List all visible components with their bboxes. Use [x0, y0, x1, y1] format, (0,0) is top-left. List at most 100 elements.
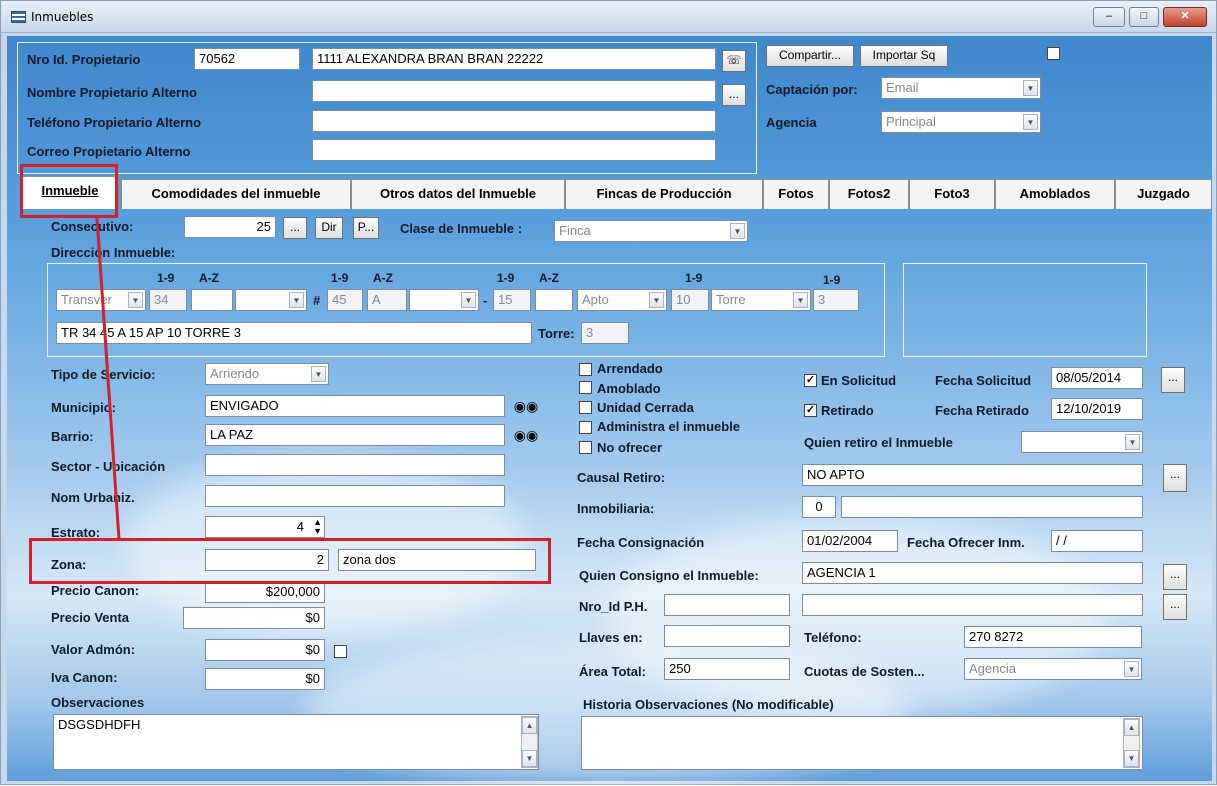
valor-admon-input[interactable]: $0 [205, 639, 325, 661]
arrow-up-icon[interactable]: ▲ [1124, 719, 1139, 736]
dash-symbol: - [483, 293, 488, 308]
arrendado-checkbox[interactable] [579, 363, 592, 376]
tab-otros-datos[interactable]: Otros datos del Inmueble [351, 179, 565, 209]
addr-n1-input[interactable]: 34 [149, 289, 187, 311]
precio-canon-input[interactable]: $200,000 [205, 581, 325, 603]
title-bar[interactable]: Inmuebles – □ ✕ [1, 1, 1216, 33]
addr-bis2-select[interactable]: ▼ [409, 289, 479, 311]
observaciones-textarea[interactable]: DSGSDHDFH [53, 714, 539, 770]
inmobiliaria-code-input[interactable]: 0 [802, 496, 836, 518]
tab-fotos[interactable]: Fotos [763, 179, 829, 209]
quien-consigno-input[interactable]: AGENCIA 1 [802, 562, 1143, 584]
no-ofrecer-checkbox[interactable] [579, 441, 592, 454]
urbaniz-input[interactable] [205, 485, 505, 507]
arrendado-label: Arrendado [597, 361, 663, 376]
consecutivo-input[interactable]: 25 [184, 216, 276, 238]
addr-full-input[interactable]: TR 34 45 A 15 AP 10 TORRE 3 [56, 322, 532, 344]
alt-phone-input[interactable] [312, 110, 716, 132]
spinner-icon[interactable]: ▲ ▼ [313, 518, 322, 536]
import-button[interactable]: Importar Sq [860, 45, 948, 67]
tab-fotos2[interactable]: Fotos2 [829, 179, 909, 209]
llaves-input[interactable] [664, 625, 790, 647]
unidad-cerrada-checkbox[interactable] [579, 401, 592, 414]
tipo-servicio-select[interactable]: Arriendo ▼ [205, 363, 329, 385]
nro-ph-input[interactable] [664, 594, 790, 616]
addr-n2-input[interactable]: 45 [327, 289, 363, 311]
historia-scrollbar[interactable]: ▲ ▼ [1123, 718, 1140, 768]
causal-input[interactable]: NO APTO [802, 464, 1143, 486]
sector-input[interactable] [205, 454, 505, 476]
iva-canon-input[interactable]: $0 [205, 668, 325, 690]
top-checkbox[interactable] [1047, 47, 1060, 60]
fecha-retirado-input[interactable]: 12/10/2019 [1051, 398, 1143, 420]
clase-select[interactable]: Finca ▼ [554, 220, 748, 242]
dir-button[interactable]: Dir [315, 217, 343, 239]
share-button[interactable]: Compartir... [766, 45, 854, 67]
addr-apto-select[interactable]: Apto ▼ [577, 289, 667, 311]
close-button[interactable]: ✕ [1163, 7, 1207, 27]
arrow-up-icon[interactable]: ▲ [522, 717, 537, 734]
binoculars-icon[interactable]: ◉◉ [513, 397, 539, 419]
area-input[interactable]: 250 [664, 658, 790, 680]
en-solicitud-checkbox[interactable]: ✓ [804, 374, 817, 387]
cuotas-select[interactable]: Agencia ▼ [964, 658, 1142, 680]
no-ofrecer-label: No ofrecer [597, 440, 663, 455]
amoblado-checkbox[interactable] [579, 381, 592, 394]
precio-venta-input[interactable]: $0 [183, 607, 325, 629]
addr-n5-input[interactable]: 3 [813, 289, 859, 311]
alt-email-input[interactable] [312, 139, 716, 161]
addr-tipo-select[interactable]: Transver ▼ [56, 289, 146, 311]
clase-label: Clase de Inmueble : [400, 221, 523, 236]
barrio-input[interactable]: LA PAZ [205, 424, 505, 446]
addr-torre-select[interactable]: Torre ▼ [711, 289, 811, 311]
fecha-ofrecer-input[interactable]: / / [1051, 530, 1143, 552]
estrato-input[interactable]: 4 ▲ ▼ [205, 516, 325, 538]
fecha-consig-input[interactable]: 01/02/2004 [802, 530, 898, 552]
observaciones-scrollbar[interactable]: ▲ ▼ [521, 716, 538, 768]
owner-name-input[interactable]: 1111 ALEXANDRA BRAN BRAN 22222 [312, 48, 716, 70]
retirado-checkbox[interactable]: ✓ [804, 404, 817, 417]
quien-retiro-select[interactable]: ▼ [1021, 431, 1143, 453]
agencia-select[interactable]: Principal ▼ [881, 111, 1041, 133]
alt-name-lookup-button[interactable]: ... [722, 84, 746, 106]
p-button[interactable]: P... [353, 217, 379, 239]
administra-label: Administra el inmueble [597, 419, 741, 434]
minimize-button[interactable]: – [1093, 7, 1125, 27]
en-solicitud-label: En Solicitud [821, 373, 897, 388]
addr-l3-input[interactable] [535, 289, 573, 311]
maximize-button[interactable]: □ [1129, 7, 1159, 27]
fecha-solicitud-input[interactable]: 08/05/2014 [1051, 367, 1143, 389]
tab-juzgado[interactable]: Juzgado [1115, 179, 1212, 209]
phone-icon[interactable]: ☏ [722, 50, 746, 72]
administra-checkbox[interactable] [579, 421, 592, 434]
torre-input[interactable]: 3 [581, 322, 629, 344]
tab-fincas[interactable]: Fincas de Producción [565, 179, 763, 209]
arrow-down-icon[interactable]: ▼ [522, 750, 537, 767]
alt-name-input[interactable] [312, 80, 716, 102]
tab-comodidades[interactable]: Comodidades del inmueble [121, 179, 351, 209]
tab-foto3[interactable]: Foto3 [909, 179, 995, 209]
causal-lookup-button[interactable]: ... [1163, 464, 1187, 492]
ph-lookup-button[interactable]: ... [1163, 594, 1187, 620]
fecha-solicitud-button[interactable]: ... [1161, 367, 1185, 393]
cuotas-label: Cuotas de Sosten... [804, 664, 925, 679]
addr-l2-input[interactable]: A [367, 289, 407, 311]
addr-apto-value: Apto [582, 292, 609, 307]
binoculars-icon[interactable]: ◉◉ [513, 426, 539, 448]
inmobiliaria-name-input[interactable] [841, 496, 1143, 518]
valor-admon-checkbox[interactable] [334, 645, 347, 658]
consecutivo-lookup-button[interactable]: ... [283, 217, 307, 239]
ph-name-input[interactable] [802, 594, 1143, 616]
addr-n4-input[interactable]: 10 [671, 289, 709, 311]
addr-n3-input[interactable]: 15 [493, 289, 531, 311]
addr-l1-input[interactable] [191, 289, 233, 311]
owner-id-input[interactable]: 70562 [194, 48, 300, 70]
arrow-down-icon[interactable]: ▼ [1124, 750, 1139, 767]
captacion-select[interactable]: Email ▼ [881, 77, 1041, 99]
quien-consigno-lookup-button[interactable]: ... [1163, 564, 1187, 590]
historia-textarea[interactable] [581, 716, 1143, 770]
municipio-input[interactable]: ENVIGADO [205, 395, 505, 417]
tab-amoblados[interactable]: Amoblados [995, 179, 1115, 209]
addr-bis1-select[interactable]: ▼ [235, 289, 307, 311]
telefono-input[interactable]: 270 8272 [964, 626, 1142, 648]
